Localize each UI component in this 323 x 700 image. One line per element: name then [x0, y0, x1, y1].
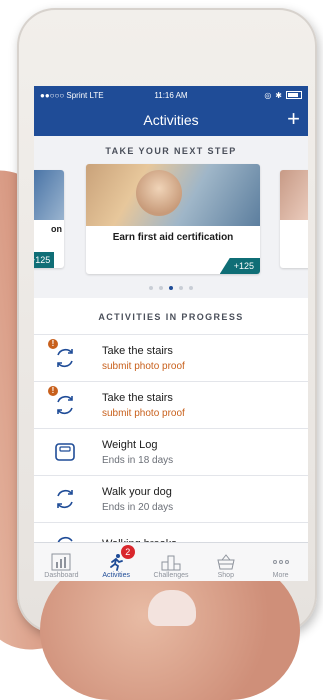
refresh-icon: !: [48, 386, 80, 420]
item-name: Take the stairs: [102, 344, 173, 357]
chart-icon: [49, 552, 73, 572]
next-step-carousel[interactable]: on +125 Earn first aid certification +12…: [34, 164, 308, 282]
tab-label: Activities: [102, 572, 130, 579]
card-image: [34, 170, 64, 220]
tab-activities[interactable]: 2 Activities: [89, 543, 144, 581]
card-title: Earn first aid certification: [112, 232, 234, 243]
app-header: Activities +: [34, 104, 308, 136]
status-bar: ●●○○○ Sprint LTE 11:16 AM ◎ ✱: [34, 86, 308, 104]
item-subtitle: submit photo proof: [102, 407, 185, 419]
carousel-card-prev[interactable]: on +125: [34, 170, 64, 268]
tab-label: Challenges: [153, 572, 189, 579]
app-screen: ●●○○○ Sprint LTE 11:16 AM ◎ ✱ Activities…: [34, 86, 308, 581]
status-icons: ◎ ✱: [264, 91, 302, 100]
carousel-card-current[interactable]: Earn first aid certification +125: [86, 164, 260, 274]
card-image: [280, 170, 308, 220]
bluetooth-icon: ✱: [275, 90, 282, 100]
page-title: Activities: [143, 112, 199, 128]
tab-label: Dashboard: [44, 572, 79, 579]
alert-icon: !: [48, 339, 58, 349]
carousel-dot[interactable]: [179, 286, 183, 290]
list-item[interactable]: Walk your dog Ends in 20 days: [34, 476, 308, 523]
tab-more[interactable]: More: [253, 543, 308, 581]
points-badge: +125: [219, 258, 260, 274]
in-progress-title: ACTIVITIES IN PROGRESS: [34, 298, 308, 335]
item-subtitle: Ends in 20 days: [102, 501, 174, 513]
carrier-label: ●●○○○ Sprint LTE: [40, 90, 104, 100]
tab-label: Shop: [217, 572, 234, 579]
more-icon: [269, 552, 293, 572]
podium-icon: [159, 552, 183, 572]
scale-icon: [50, 437, 80, 467]
carousel-card-next[interactable]: [280, 170, 308, 268]
battery-icon: [286, 91, 302, 99]
item-name: Weight Log: [102, 438, 158, 451]
card-title: [280, 220, 308, 232]
refresh-icon: !: [48, 339, 80, 373]
carousel-dot[interactable]: [149, 286, 153, 290]
item-name: Take the stairs: [102, 391, 173, 404]
card-image: [86, 164, 260, 226]
list-item[interactable]: Weight Log Ends in 18 days: [34, 429, 308, 476]
refresh-icon: [50, 484, 80, 514]
tab-bar: Dashboard 2 Activities Challenges Shop M…: [34, 542, 308, 581]
basket-icon: [214, 552, 238, 572]
list-item[interactable]: ! Take the stairs submit photo proof: [34, 382, 308, 429]
item-name: Walk your dog: [102, 485, 172, 498]
alert-icon: !: [48, 386, 58, 396]
carousel-dot[interactable]: [189, 286, 193, 290]
tab-challenges[interactable]: Challenges: [144, 543, 199, 581]
carousel-dot-active[interactable]: [169, 286, 173, 290]
tab-label: More: [272, 572, 289, 579]
card-title: on: [51, 224, 62, 234]
carousel-dots[interactable]: [34, 286, 308, 290]
item-subtitle: Ends in 18 days: [102, 454, 174, 466]
notification-badge: 2: [120, 545, 135, 559]
carousel-dot[interactable]: [159, 286, 163, 290]
points-badge: +125: [34, 252, 55, 268]
lock-icon: ◎: [264, 90, 272, 100]
thumb-nail: [148, 590, 196, 626]
next-step-title: TAKE YOUR NEXT STEP: [105, 146, 237, 156]
list-item[interactable]: ! Take the stairs submit photo proof: [34, 335, 308, 382]
tab-dashboard[interactable]: Dashboard: [34, 543, 89, 581]
hand-thumb: [40, 560, 300, 700]
item-subtitle: submit photo proof: [102, 360, 185, 372]
in-progress-section: ACTIVITIES IN PROGRESS ! Take the stairs…: [34, 298, 308, 570]
add-button[interactable]: +: [287, 107, 300, 131]
tab-shop[interactable]: Shop: [198, 543, 253, 581]
